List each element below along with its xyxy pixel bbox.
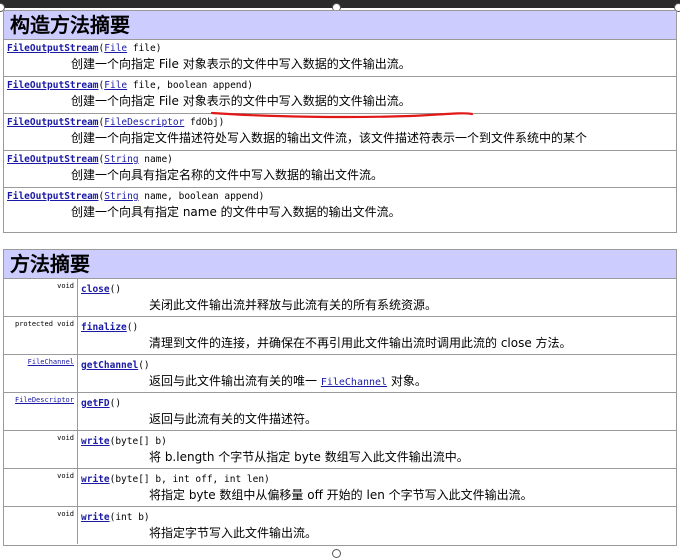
method-description: 关闭此文件输出流并释放与此流有关的所有系统资源。 (149, 298, 438, 312)
constructor-description: 创建一个向指定 File 对象表示的文件中写入数据的文件输出流。 (71, 94, 411, 108)
method-description: 将 b.length 个字节从指定 byte 数组写入此文件输出流中。 (149, 450, 469, 464)
method-description: 返回与此流有关的文件描述符。 (149, 412, 318, 426)
constructor-summary-table: 构造方法摘要 FileOutputStream(File file) 创建一个向… (3, 10, 677, 233)
method-description: 返回与此文件输出流有关的唯一 FileChannel 对象。 (149, 374, 427, 388)
red-underline-annotation (210, 111, 474, 119)
method-link-finalize[interactable]: finalize (81, 322, 127, 333)
constructor-row: FileOutputStream(String name) 创建一个向具有指定名… (4, 151, 676, 188)
method-signature: write(int b) (81, 512, 150, 523)
constructor-link[interactable]: FileOutputStream (7, 191, 99, 202)
constructor-link[interactable]: FileOutputStream (7, 154, 99, 165)
method-return-type: void (4, 431, 78, 468)
method-link-write[interactable]: write (81, 512, 110, 523)
method-description: 将指定字节写入此文件输出流。 (149, 526, 318, 540)
method-link-getchannel[interactable]: getChannel (81, 360, 138, 371)
return-type-link[interactable]: FileChannel (28, 358, 74, 366)
method-signature: close() (81, 284, 122, 295)
method-signature: write(byte[] b, int off, int len) (81, 474, 270, 485)
constructor-summary-header: 构造方法摘要 (4, 11, 676, 40)
method-return-type: void (4, 469, 78, 506)
method-row: void write(int b) 将指定字节写入此文件输出流。 (4, 507, 676, 544)
method-return-type: protected void (4, 317, 78, 354)
method-return-type: FileChannel (4, 355, 78, 392)
method-summary-table: 方法摘要 void close() 关闭此文件输出流并释放与此流有关的所有系统资… (3, 249, 677, 546)
constructor-row: FileOutputStream(File file, boolean appe… (4, 77, 676, 114)
method-return-type: FileDescriptor (4, 393, 78, 430)
param-type-link[interactable]: FileDescriptor (104, 117, 184, 128)
param-type-link[interactable]: File (104, 43, 127, 54)
method-description: 将指定 byte 数组中从偏移量 off 开始的 len 个字节写入此文件输出流… (149, 488, 533, 502)
constructor-signature: FileOutputStream(File file) (7, 43, 162, 54)
method-return-type: void (4, 507, 78, 544)
param-type-link[interactable]: File (104, 80, 127, 91)
method-description: 清理到文件的连接，并确保在不再引用此文件输出流时调用此流的 close 方法。 (149, 336, 572, 350)
method-signature: getChannel() (81, 360, 150, 371)
constructor-description: 创建一个向指定文件描述符处写入数据的输出文件流，该文件描述符表示一个到文件系统中… (71, 131, 588, 145)
constructor-signature: FileOutputStream(String name) (7, 154, 173, 165)
method-link-write[interactable]: write (81, 474, 110, 485)
method-row: void close() 关闭此文件输出流并释放与此流有关的所有系统资源。 (4, 279, 676, 317)
method-link-close[interactable]: close (81, 284, 110, 295)
filechannel-link[interactable]: FileChannel (321, 377, 387, 388)
constructor-row: FileOutputStream(File file) 创建一个向指定 File… (4, 40, 676, 77)
constructor-description: 创建一个向指定 File 对象表示的文件中写入数据的文件输出流。 (71, 57, 411, 71)
method-row: void write(byte[] b, int off, int len) 将… (4, 469, 676, 507)
param-type-link[interactable]: String (104, 154, 138, 165)
method-link-getfd[interactable]: getFD (81, 398, 110, 409)
method-summary-header: 方法摘要 (4, 250, 676, 279)
constructor-description: 创建一个向具有指定名称的文件中写入数据的输出文件流。 (71, 168, 384, 182)
method-row: void write(byte[] b) 将 b.length 个字节从指定 b… (4, 431, 676, 469)
method-row: FileDescriptor getFD() 返回与此流有关的文件描述符。 (4, 393, 676, 431)
method-signature: getFD() (81, 398, 122, 409)
constructor-link[interactable]: FileOutputStream (7, 43, 99, 54)
constructor-row: FileOutputStream(String name, boolean ap… (4, 188, 676, 225)
method-link-write[interactable]: write (81, 436, 110, 447)
method-row: FileChannel getChannel() 返回与此文件输出流有关的唯一 … (4, 355, 676, 393)
constructor-link[interactable]: FileOutputStream (7, 117, 99, 128)
constructor-link[interactable]: FileOutputStream (7, 80, 99, 91)
resize-handle-bottom-center[interactable] (332, 549, 341, 558)
method-signature: write(byte[] b) (81, 436, 167, 447)
constructor-signature: FileOutputStream(String name, boolean ap… (7, 191, 265, 202)
method-signature: finalize() (81, 322, 139, 333)
constructor-description: 创建一个向具有指定 name 的文件中写入数据的输出文件流。 (71, 205, 401, 219)
method-row: protected void finalize() 清理到文件的连接，并确保在不… (4, 317, 676, 355)
annotation-stroke (210, 111, 474, 119)
param-type-link[interactable]: String (104, 191, 138, 202)
constructor-signature: FileOutputStream(File file, boolean appe… (7, 80, 253, 91)
method-return-type: void (4, 279, 78, 316)
return-type-link[interactable]: FileDescriptor (15, 396, 74, 404)
